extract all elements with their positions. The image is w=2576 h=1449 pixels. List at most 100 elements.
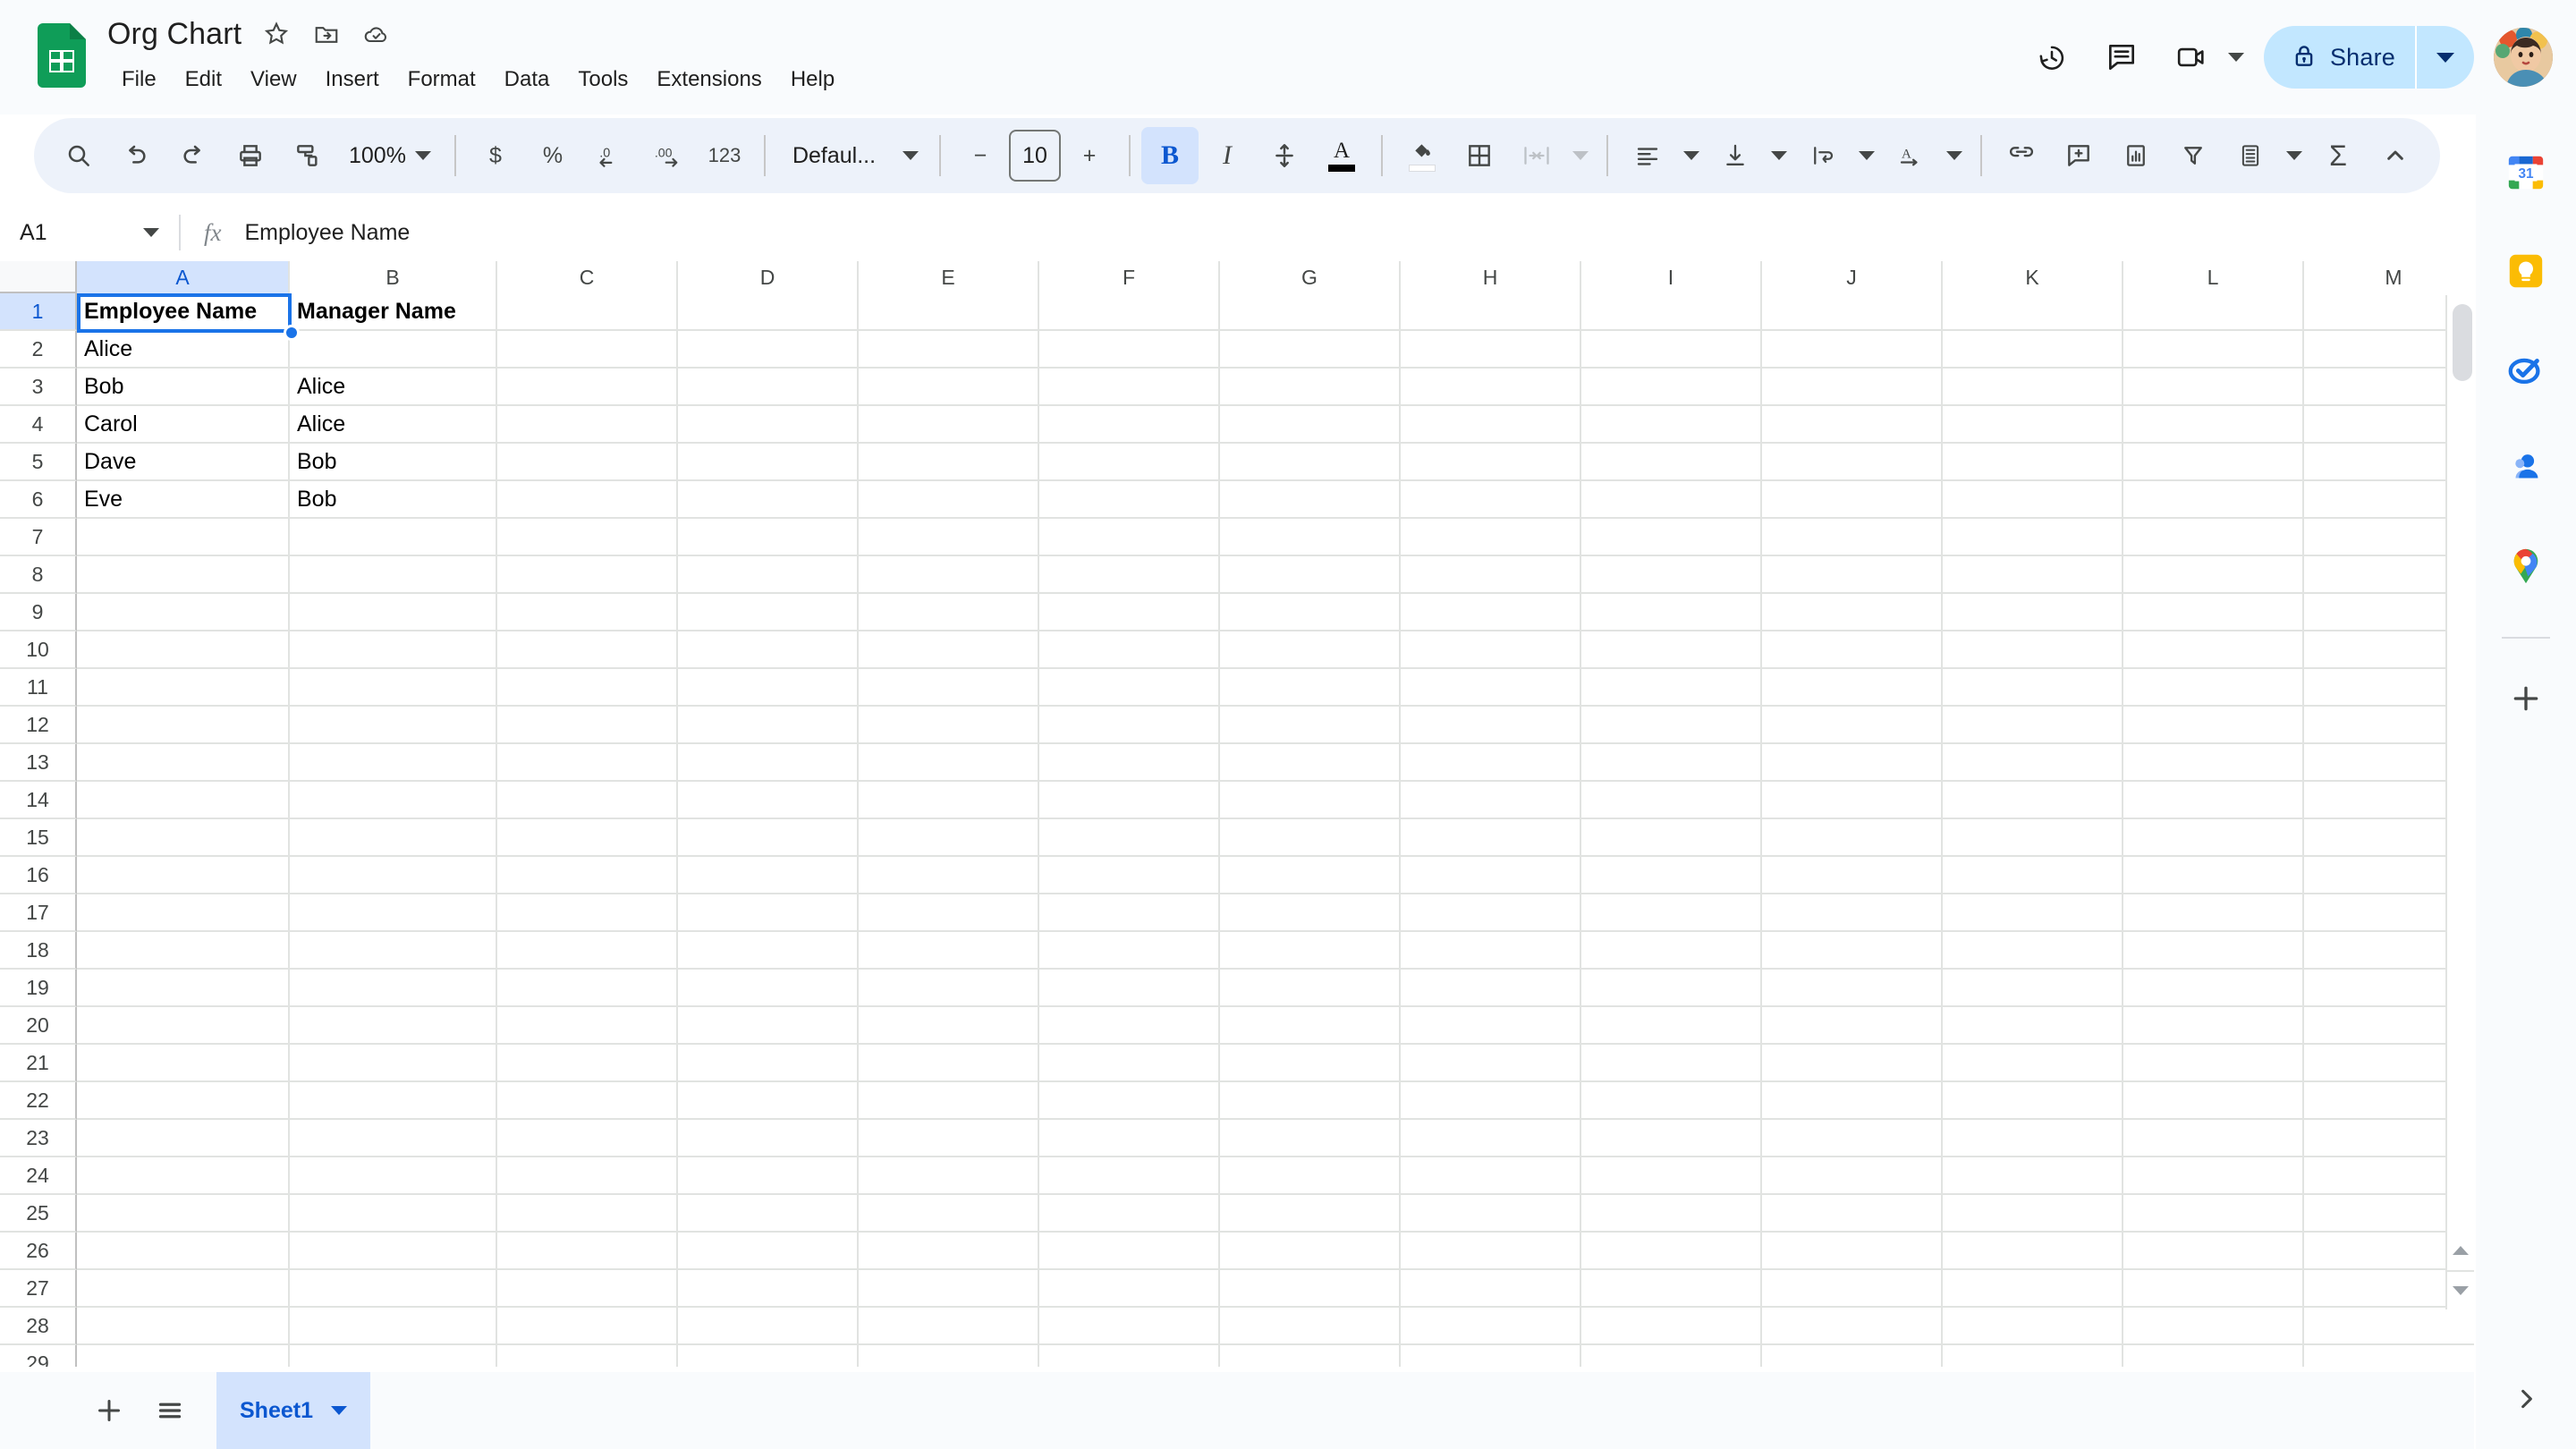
scroll-up-icon[interactable]	[2445, 1231, 2474, 1270]
cell-B12[interactable]	[290, 707, 497, 744]
cell-B27[interactable]	[290, 1270, 497, 1308]
cell-A29[interactable]	[77, 1345, 290, 1367]
cell-E19[interactable]	[859, 970, 1039, 1007]
row-header-17[interactable]: 17	[0, 894, 77, 932]
cell-L4[interactable]	[2123, 406, 2304, 444]
cell-L18[interactable]	[2123, 932, 2304, 970]
cell-D7[interactable]	[678, 519, 859, 556]
row-header-2[interactable]: 2	[0, 331, 77, 369]
cell-A22[interactable]	[77, 1082, 290, 1120]
cell-A4[interactable]: Carol	[77, 406, 290, 444]
cell-A26[interactable]	[77, 1233, 290, 1270]
cell-G28[interactable]	[1220, 1308, 1401, 1345]
cell-A27[interactable]	[77, 1270, 290, 1308]
cell-H27[interactable]	[1401, 1270, 1581, 1308]
cell-K4[interactable]	[1943, 406, 2123, 444]
vertical-align-icon[interactable]	[1707, 127, 1764, 184]
cell-B25[interactable]	[290, 1195, 497, 1233]
row-header-12[interactable]: 12	[0, 707, 77, 744]
cell-J18[interactable]	[1762, 932, 1943, 970]
cell-J24[interactable]	[1762, 1157, 1943, 1195]
cell-K20[interactable]	[1943, 1007, 2123, 1045]
cell-K17[interactable]	[1943, 894, 2123, 932]
cell-L28[interactable]	[2123, 1308, 2304, 1345]
cell-C6[interactable]	[497, 481, 678, 519]
cell-C22[interactable]	[497, 1082, 678, 1120]
cell-G16[interactable]	[1220, 857, 1401, 894]
cell-I21[interactable]	[1581, 1045, 1762, 1082]
more-formats-button[interactable]: 123	[696, 127, 753, 184]
cell-L12[interactable]	[2123, 707, 2304, 744]
add-sheet-icon[interactable]	[79, 1380, 140, 1441]
cell-K25[interactable]	[1943, 1195, 2123, 1233]
cell-L6[interactable]	[2123, 481, 2304, 519]
cell-D15[interactable]	[678, 819, 859, 857]
cell-F24[interactable]	[1039, 1157, 1220, 1195]
cell-F21[interactable]	[1039, 1045, 1220, 1082]
cell-H19[interactable]	[1401, 970, 1581, 1007]
cell-H6[interactable]	[1401, 481, 1581, 519]
cell-G1[interactable]	[1220, 293, 1401, 331]
cell-B8[interactable]	[290, 556, 497, 594]
cell-D1[interactable]	[678, 293, 859, 331]
cell-C1[interactable]	[497, 293, 678, 331]
cell-A28[interactable]	[77, 1308, 290, 1345]
cell-C11[interactable]	[497, 669, 678, 707]
cell-L15[interactable]	[2123, 819, 2304, 857]
cell-D20[interactable]	[678, 1007, 859, 1045]
cell-F22[interactable]	[1039, 1082, 1220, 1120]
cell-C2[interactable]	[497, 331, 678, 369]
percent-format-button[interactable]: %	[524, 127, 581, 184]
cell-J4[interactable]	[1762, 406, 1943, 444]
cell-F2[interactable]	[1039, 331, 1220, 369]
cell-C19[interactable]	[497, 970, 678, 1007]
cell-G29[interactable]	[1220, 1345, 1401, 1367]
cell-B15[interactable]	[290, 819, 497, 857]
cell-E26[interactable]	[859, 1233, 1039, 1270]
horizontal-align-icon[interactable]	[1619, 127, 1676, 184]
font-family-selector[interactable]: Defaul...	[776, 127, 928, 184]
row-header-11[interactable]: 11	[0, 669, 77, 707]
chevron-up-icon[interactable]	[2367, 127, 2424, 184]
cell-B9[interactable]	[290, 594, 497, 631]
functions-icon[interactable]	[2222, 127, 2279, 184]
font-size-input[interactable]: 10	[1008, 130, 1061, 182]
cell-C17[interactable]	[497, 894, 678, 932]
cell-K14[interactable]	[1943, 782, 2123, 819]
cell-G24[interactable]	[1220, 1157, 1401, 1195]
google-sheets-icon[interactable]	[38, 23, 86, 88]
avatar[interactable]	[2494, 28, 2553, 87]
cell-J17[interactable]	[1762, 894, 1943, 932]
row-header-5[interactable]: 5	[0, 444, 77, 481]
cell-A21[interactable]	[77, 1045, 290, 1082]
cell-K16[interactable]	[1943, 857, 2123, 894]
row-header-22[interactable]: 22	[0, 1082, 77, 1120]
cell-J1[interactable]	[1762, 293, 1943, 331]
cell-B21[interactable]	[290, 1045, 497, 1082]
cell-B11[interactable]	[290, 669, 497, 707]
cell-B4[interactable]: Alice	[290, 406, 497, 444]
google-calendar-icon[interactable]: 31	[2493, 140, 2559, 206]
meet-chevron-down-icon[interactable]	[2227, 53, 2244, 62]
menu-insert[interactable]: Insert	[311, 61, 394, 98]
cell-B14[interactable]	[290, 782, 497, 819]
cell-G12[interactable]	[1220, 707, 1401, 744]
cell-I15[interactable]	[1581, 819, 1762, 857]
row-header-16[interactable]: 16	[0, 857, 77, 894]
cell-L11[interactable]	[2123, 669, 2304, 707]
cell-J15[interactable]	[1762, 819, 1943, 857]
column-header-C[interactable]: C	[497, 261, 678, 293]
cell-A19[interactable]	[77, 970, 290, 1007]
cell-H11[interactable]	[1401, 669, 1581, 707]
cell-H16[interactable]	[1401, 857, 1581, 894]
row-header-23[interactable]: 23	[0, 1120, 77, 1157]
cell-J8[interactable]	[1762, 556, 1943, 594]
borders-icon[interactable]	[1451, 127, 1508, 184]
cell-I17[interactable]	[1581, 894, 1762, 932]
cell-A9[interactable]	[77, 594, 290, 631]
cell-E15[interactable]	[859, 819, 1039, 857]
cell-G18[interactable]	[1220, 932, 1401, 970]
cell-I10[interactable]	[1581, 631, 1762, 669]
cell-D9[interactable]	[678, 594, 859, 631]
sum-button[interactable]: Σ	[2309, 127, 2367, 184]
